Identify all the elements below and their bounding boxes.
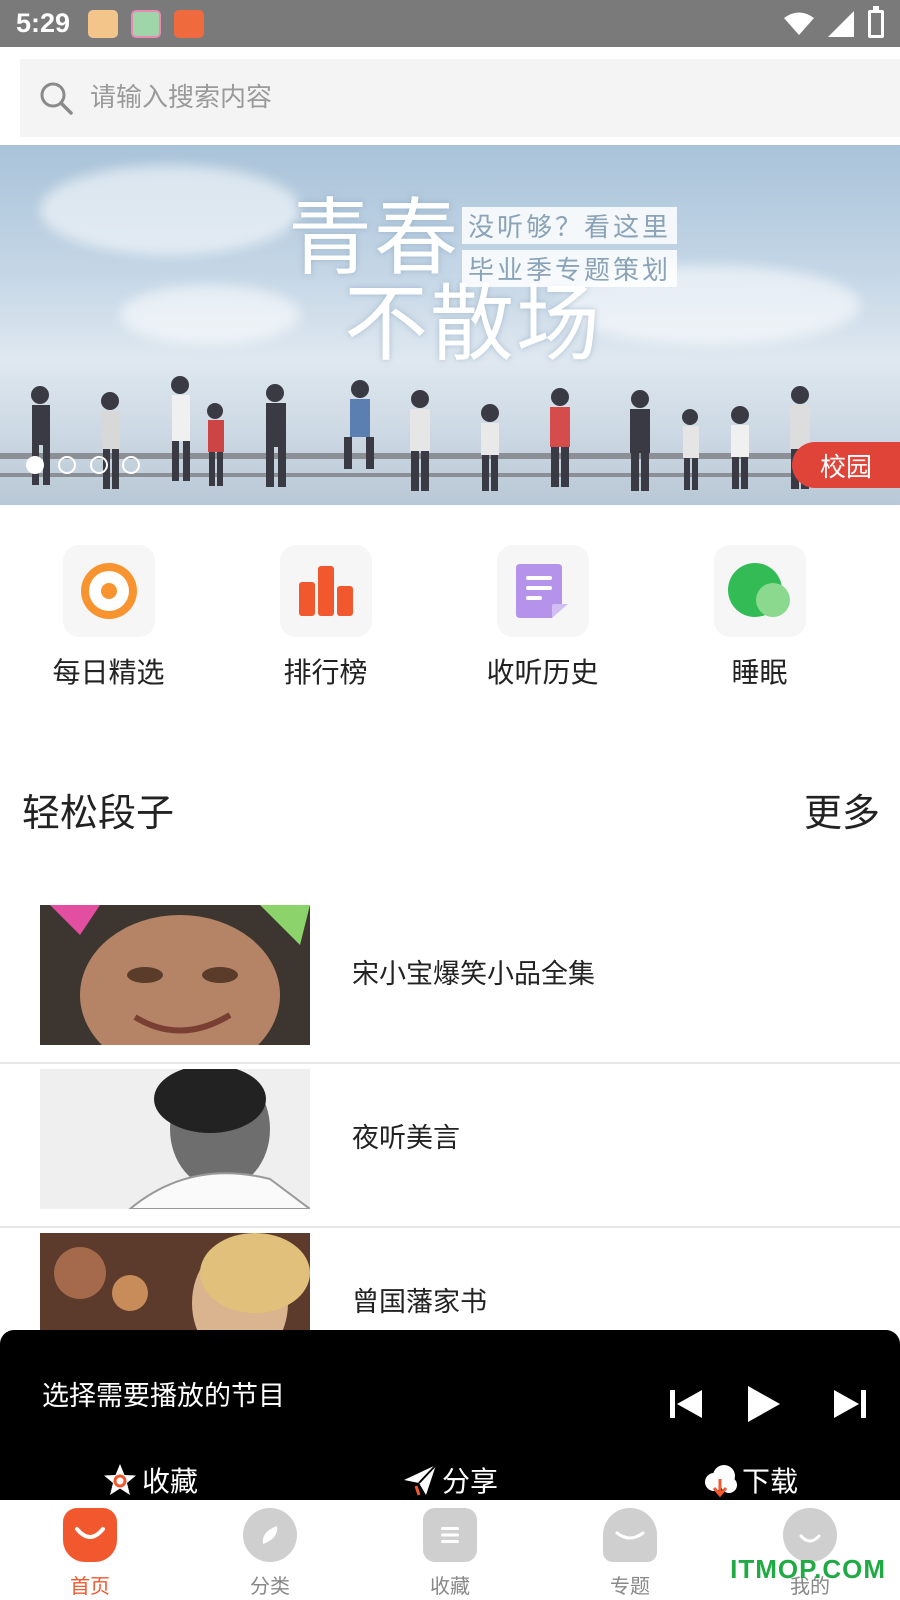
paper-plane-icon [403, 1464, 437, 1496]
search-icon [40, 82, 73, 115]
ranking-tile[interactable] [279, 545, 372, 637]
tab-favorites[interactable]: 收藏 [360, 1500, 540, 1600]
site-watermark: ITMOP.COM [730, 1554, 886, 1584]
history-tile[interactable] [496, 545, 589, 637]
app-screen: 5:29 青春 不散场 [0, 0, 900, 1600]
compass-icon [243, 1508, 297, 1562]
quick-nav-daily-picks[interactable]: 每日精选 [0, 545, 217, 695]
tab-profile[interactable]: 我的 [720, 1500, 900, 1600]
search-bar [0, 47, 900, 143]
quick-nav-history[interactable]: 收听历史 [434, 545, 651, 695]
quick-nav-sleep[interactable]: 睡眠 [651, 545, 868, 695]
banner-cloud [40, 165, 300, 255]
next-button[interactable] [828, 1382, 872, 1426]
program-list: 宋小宝爆笑小品全集 夜听美言 曾国藩家书 [0, 900, 900, 1392]
program-thumbnail [40, 1069, 310, 1209]
status-time: 5:29 [16, 8, 71, 38]
document-icon [515, 564, 568, 618]
topic-icon [603, 1508, 657, 1562]
previous-button[interactable] [664, 1382, 708, 1426]
now-playing-text: 选择需要播放的节目 [42, 1381, 285, 1412]
wifi-icon [784, 12, 814, 35]
quick-nav-label: 排行榜 [283, 656, 368, 689]
banner-category-tag: 校园 [792, 442, 900, 488]
tab-category[interactable]: 分类 [180, 1500, 360, 1600]
player-actions: 收藏 分享 下载 [0, 1460, 900, 1500]
list-item[interactable]: 宋小宝爆笑小品全集 [0, 900, 900, 1064]
search-box[interactable] [20, 59, 900, 137]
share-button[interactable]: 分享 [300, 1460, 600, 1500]
pagination-dot[interactable] [90, 456, 108, 474]
tab-home[interactable]: 首页 [0, 1500, 180, 1600]
share-label: 分享 [441, 1465, 498, 1498]
play-button[interactable] [740, 1382, 784, 1426]
quick-nav: 每日精选 排行榜 收听历史 睡眠 [0, 545, 900, 695]
sleep-tile[interactable] [713, 545, 806, 637]
notification-app-icon [88, 9, 119, 38]
star-icon [103, 1464, 136, 1495]
banner-subtitle: 没听够？看这里 毕业季专题策划 [462, 207, 678, 287]
pagination-dot[interactable] [58, 456, 76, 474]
list-item-title: 曾国藩家书 [352, 1287, 487, 1318]
cloud-download-icon [704, 1465, 737, 1498]
section-title: 轻松段子 [22, 791, 175, 835]
quick-nav-label: 睡眠 [731, 656, 788, 689]
pagination-dot[interactable] [26, 456, 44, 474]
banner-subtitle-line2: 毕业季专题策划 [462, 250, 678, 287]
list-item-title: 宋小宝爆笑小品全集 [352, 959, 595, 990]
bottom-tab-bar: 首页 分类 收藏 专题 我的 [0, 1500, 900, 1600]
moon-circles-icon [727, 563, 790, 617]
tab-label: 收藏 [430, 1574, 470, 1598]
download-button[interactable]: 下载 [600, 1460, 900, 1500]
ranking-bars-icon [298, 566, 353, 616]
tab-label: 分类 [250, 1574, 290, 1598]
list-item[interactable]: 夜听美言 [0, 1064, 900, 1228]
favorite-label: 收藏 [141, 1465, 198, 1498]
promo-banner[interactable]: 青春 不散场 没听够？看这里 毕业季专题策划 校园 [0, 145, 900, 505]
quick-nav-label: 收听历史 [486, 656, 599, 689]
banner-headline-line1: 青春 [288, 189, 461, 287]
favorite-button[interactable]: 收藏 [0, 1460, 300, 1500]
daily-picks-tile[interactable] [62, 545, 155, 637]
status-indicators [784, 5, 884, 38]
notification-book-icon [174, 9, 205, 38]
notification-app-icon [131, 9, 162, 38]
status-bar: 5:29 [0, 0, 900, 47]
quick-nav-label: 每日精选 [52, 656, 165, 689]
target-icon [80, 563, 137, 619]
tab-label: 专题 [610, 1574, 650, 1598]
download-label: 下载 [741, 1465, 798, 1498]
list-icon [423, 1508, 477, 1562]
quick-nav-ranking[interactable]: 排行榜 [217, 545, 434, 695]
pagination-dot[interactable] [122, 456, 140, 474]
banner-pagination[interactable] [26, 456, 140, 474]
banner-cloud [120, 285, 300, 345]
tab-topics[interactable]: 专题 [540, 1500, 720, 1600]
program-thumbnail [40, 905, 310, 1045]
home-icon [63, 1508, 117, 1562]
cellular-signal-icon [828, 10, 854, 37]
battery-icon [868, 5, 884, 38]
tab-label: 首页 [70, 1574, 110, 1598]
search-input[interactable] [90, 83, 790, 113]
banner-jumping-people-image [0, 376, 900, 491]
list-item-title: 夜听美言 [352, 1123, 460, 1154]
mini-player: 选择需要播放的节目 收藏 分享 下载 [0, 1330, 900, 1500]
banner-subtitle-line1: 没听够？看这里 [462, 207, 678, 244]
section-more-link[interactable]: 更多 [804, 782, 880, 837]
